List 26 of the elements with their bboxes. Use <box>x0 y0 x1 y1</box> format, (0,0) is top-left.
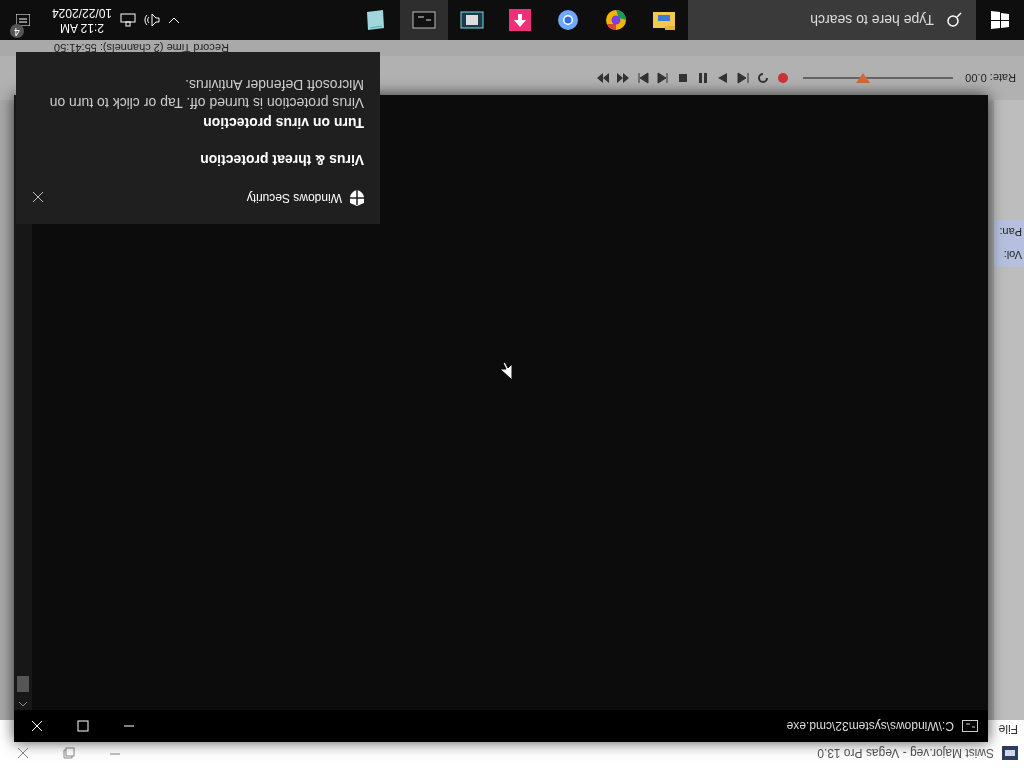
volume-icon[interactable] <box>144 13 161 27</box>
notification-icon <box>16 14 30 26</box>
notification-card[interactable]: Windows Security Virus & threat protection Turn on virus protection Virus protection is turned off. Tap or click to turn on Microsoft Defender Antivirus. <box>16 52 380 224</box>
menu-item[interactable]: File <box>998 720 1018 738</box>
notification-center-button[interactable]: 4 <box>6 0 36 40</box>
notification-app: Windows Security <box>246 190 342 207</box>
app-icon <box>1002 746 1018 760</box>
console-icon <box>962 720 978 732</box>
cursor-icon <box>500 362 512 380</box>
network-icon[interactable] <box>120 13 137 27</box>
shield-icon <box>350 190 364 206</box>
chevron-icon[interactable] <box>168 16 181 24</box>
window-title: C:\Windows\system32\cmd.exe <box>786 718 954 735</box>
window-title: Swist Major.veg - Vegas Pro 13.0 <box>817 745 994 762</box>
track-label: Pan: <box>998 225 1022 241</box>
notification-title: Turn on virus protection <box>202 114 364 133</box>
notification-heading: Virus & threat protection <box>199 151 364 170</box>
search-icon <box>946 12 962 28</box>
rate-label: Rate: 0.00 <box>965 71 1016 87</box>
track-label: Vol: <box>1002 248 1022 263</box>
notification-text: Virus protection is turned off. Tap or click to turn on Microsoft Defender Antivirus. <box>48 75 364 112</box>
search-field[interactable]: Type here to search <box>688 0 976 40</box>
clock-time[interactable]: 2:12 AM <box>52 20 113 35</box>
notification-count: 4 <box>10 24 24 38</box>
clock-date[interactable]: 10/22/2024 <box>52 5 113 20</box>
slider-thumb[interactable] <box>856 73 871 83</box>
